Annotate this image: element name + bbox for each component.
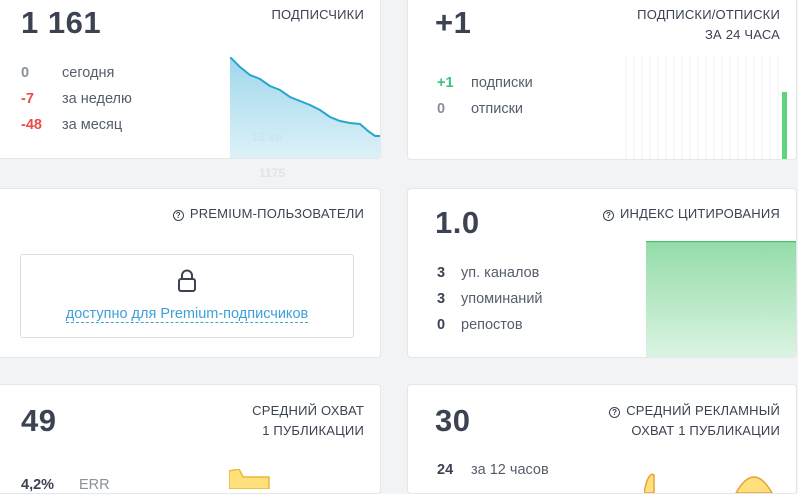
average-ad-reach-card: 30 ? СРЕДНИЙ РЕКЛАМНЫЙ ОХВАТ 1 ПУБЛИКАЦИИ… — [407, 384, 797, 494]
daily-subs-card: +1 ПОДПИСКИ/ОТПИСКИ ЗА 24 ЧАСА +1 подписк… — [407, 0, 797, 160]
reach-value: 49 — [21, 403, 57, 438]
daily-bar-chart[interactable] — [618, 55, 793, 160]
ad-reach-title-line1: ? СРЕДНИЙ РЕКЛАМНЫЙ — [609, 401, 780, 421]
stat-today: 0 сегодня — [21, 65, 115, 81]
reach-title-line1: СРЕДНИЙ ОХВАТ — [252, 403, 364, 418]
citation-area-chart[interactable] — [646, 241, 797, 358]
citation-index-card: 1.0 ? ИНДЕКС ЦИТИРОВАНИЯ 3 уп. каналов 3 уп… — [407, 188, 797, 358]
chart-tooltip-date: 12 ки — [252, 130, 283, 144]
lock-icon — [178, 269, 196, 292]
ad-reach-value: 30 — [435, 403, 471, 438]
average-reach-card: 49 СРЕДНИЙ ОХВАТ 1 ПУБЛИКАЦИИ 4,2% ERR — [0, 384, 381, 494]
stat-reposts: 0 репостов — [437, 317, 523, 333]
reach-chart[interactable] — [229, 469, 279, 489]
stat-month: -48 за месяц — [21, 117, 123, 133]
stat-12-hours: 24 за 12 часов — [437, 462, 549, 478]
stat-subscriptions: +1 подписки — [437, 75, 533, 91]
stat-mentioning-channels: 3 уп. каналов — [437, 265, 540, 281]
reach-title-line2: 1 ПУБЛИКАЦИИ — [262, 423, 364, 438]
ad-reach-title-line2: ОХВАТ 1 ПУБЛИКАЦИИ — [631, 423, 780, 438]
daily-title-line2: ЗА 24 ЧАСА — [704, 27, 780, 42]
premium-title: ? PREMIUM-ПОЛЬЗОВАТЕЛИ — [172, 204, 364, 224]
citation-title: ? ИНДЕКС ЦИТИРОВАНИЯ — [602, 204, 780, 224]
stat-unsubscriptions: 0 отписки — [437, 101, 524, 117]
help-icon[interactable]: ? — [609, 407, 621, 418]
premium-access-link[interactable]: доступно для Premium-подписчиков — [21, 306, 353, 323]
ad-reach-chart[interactable] — [644, 467, 784, 493]
citation-value: 1.0 — [435, 205, 480, 240]
stat-err: 4,2% ERR — [21, 477, 110, 493]
help-icon[interactable]: ? — [602, 210, 614, 221]
daily-bar[interactable] — [782, 92, 787, 160]
daily-title-line1: ПОДПИСКИ/ОТПИСКИ — [637, 7, 780, 22]
premium-lock-box: доступно для Premium-подписчиков — [20, 254, 354, 338]
daily-count: +1 — [435, 5, 472, 40]
help-icon[interactable]: ? — [172, 210, 184, 221]
subscribers-title: ПОДПИСЧИКИ — [271, 7, 364, 22]
premium-users-card: ? PREMIUM-ПОЛЬЗОВАТЕЛИ доступно для Premi… — [0, 188, 381, 358]
stat-mentions: 3 упоминаний — [437, 291, 543, 307]
chart-tooltip-value: 1175 — [259, 166, 286, 180]
stat-week: -7 за неделю — [21, 91, 132, 107]
subscribers-count: 1 161 — [21, 5, 102, 40]
subscribers-card: 1 161 ПОДПИСЧИКИ 0 сегодня -7 за неделю -4… — [0, 0, 381, 159]
